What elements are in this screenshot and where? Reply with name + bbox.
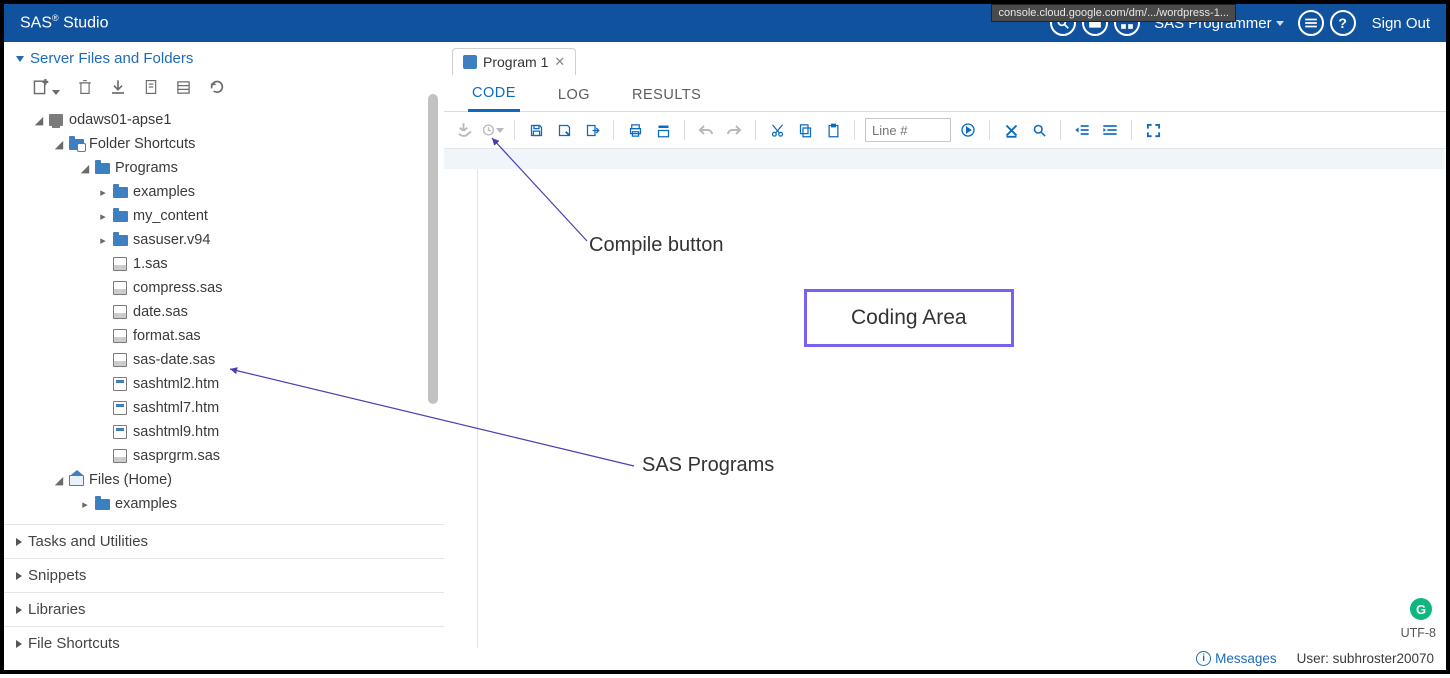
view-tab-bar: CODE LOG RESULTS	[444, 75, 1446, 112]
export-icon[interactable]	[581, 119, 603, 141]
chevron-down-icon	[1276, 21, 1284, 26]
sas-file-icon	[113, 281, 127, 295]
tree-file[interactable]: format.sas	[4, 324, 444, 348]
props-icon[interactable]	[144, 79, 158, 100]
grammarly-icon[interactable]: G	[1410, 598, 1432, 620]
left-toolbar	[4, 75, 444, 106]
tree-programs-folder[interactable]: ◢Programs	[4, 156, 444, 180]
tree-dir[interactable]: ▸examples	[4, 180, 444, 204]
outdent-icon[interactable]	[1071, 119, 1093, 141]
clear-icon[interactable]	[1000, 119, 1022, 141]
home-icon	[69, 475, 84, 486]
sas-file-icon	[113, 257, 127, 271]
history-icon[interactable]	[482, 119, 504, 141]
tree-file[interactable]: sashtml9.htm	[4, 420, 444, 444]
new-icon[interactable]	[32, 79, 60, 100]
menu-icon[interactable]	[1298, 10, 1324, 36]
undo-icon[interactable]	[695, 119, 717, 141]
run-icon[interactable]	[454, 119, 476, 141]
indent-icon[interactable]	[1099, 119, 1121, 141]
refresh-icon[interactable]	[209, 79, 225, 100]
tree-file[interactable]: compress.sas	[4, 276, 444, 300]
paste-icon[interactable]	[822, 119, 844, 141]
tree-file[interactable]: sas-date.sas	[4, 348, 444, 372]
annotation-compile-label: Compile button	[589, 234, 724, 257]
tree-dir[interactable]: ▸sasuser.v94	[4, 228, 444, 252]
tab-log[interactable]: LOG	[554, 83, 594, 111]
triangle-down-icon	[16, 56, 24, 62]
tree-file[interactable]: 1.sas	[4, 252, 444, 276]
url-tooltip: console.cloud.google.com/dm/.../wordpres…	[991, 4, 1236, 22]
htm-file-icon	[113, 425, 127, 439]
editor-gutter: 1	[444, 149, 478, 648]
tab-results[interactable]: RESULTS	[628, 83, 705, 111]
sas-file-icon	[113, 449, 127, 463]
htm-file-icon	[113, 401, 127, 415]
user-label: User: subhroster20070	[1297, 651, 1434, 666]
file-tab-label: Program 1	[483, 54, 548, 70]
section-server-files[interactable]: Server Files and Folders	[4, 42, 444, 75]
sas-file-icon	[113, 353, 127, 367]
section-snippets[interactable]: Snippets	[4, 558, 444, 592]
app-title: SAS® Studio	[20, 13, 108, 32]
code-editor[interactable]: 1	[444, 149, 1446, 648]
save-as-icon[interactable]	[553, 119, 575, 141]
section-libraries[interactable]: Libraries	[4, 592, 444, 626]
info-icon: i	[1196, 651, 1211, 666]
tree-file[interactable]: sashtml7.htm	[4, 396, 444, 420]
encoding-label: UTF-8	[1401, 626, 1436, 640]
delete-icon[interactable]	[78, 79, 92, 100]
goto-line-button[interactable]	[957, 119, 979, 141]
download-icon[interactable]	[110, 79, 126, 100]
copy-icon[interactable]	[794, 119, 816, 141]
htm-file-icon	[113, 377, 127, 391]
tree-files-home[interactable]: ◢Files (Home)	[4, 468, 444, 492]
view-icon[interactable]	[176, 80, 191, 100]
close-tab-icon[interactable]: ✕	[554, 54, 565, 70]
file-tab-bar: Program 1 ✕	[444, 48, 1446, 75]
status-bar: iMessages User: subhroster20070	[1196, 651, 1434, 666]
tree-file[interactable]: date.sas	[4, 300, 444, 324]
section-file-shortcuts[interactable]: File Shortcuts	[4, 626, 444, 660]
tree-server-node[interactable]: ◢odaws01-apse1	[4, 108, 444, 132]
sas-file-icon	[113, 305, 127, 319]
summary-icon[interactable]	[652, 119, 674, 141]
annotation-sas-programs-label: SAS Programs	[642, 454, 774, 477]
redo-icon[interactable]	[723, 119, 745, 141]
signout-link[interactable]: Sign Out	[1372, 15, 1430, 32]
messages-link[interactable]: iMessages	[1196, 651, 1277, 666]
print-icon[interactable]	[624, 119, 646, 141]
cut-icon[interactable]	[766, 119, 788, 141]
code-text-area[interactable]	[478, 149, 1446, 648]
goto-line-input[interactable]	[865, 118, 951, 142]
help-icon[interactable]: ?	[1330, 10, 1356, 36]
tree-file[interactable]: sashtml2.htm	[4, 372, 444, 396]
tab-code[interactable]: CODE	[468, 81, 520, 112]
save-icon[interactable]	[525, 119, 547, 141]
file-tab-program1[interactable]: Program 1 ✕	[452, 48, 576, 75]
find-icon[interactable]	[1028, 119, 1050, 141]
fullscreen-icon[interactable]	[1142, 119, 1164, 141]
annotation-coding-area-box: Coding Area	[804, 289, 1014, 347]
tree-folder-shortcuts[interactable]: ◢Folder Shortcuts	[4, 132, 444, 156]
left-nav-panel: Server Files and Folders ◢odaws01-apse1 …	[4, 42, 444, 648]
tree-dir[interactable]: ▸examples	[4, 492, 444, 516]
code-toolbar	[444, 112, 1446, 149]
program-icon	[463, 55, 477, 69]
section-tasks[interactable]: Tasks and Utilities	[4, 524, 444, 558]
left-scrollbar[interactable]	[428, 94, 438, 404]
file-tree: ◢odaws01-apse1 ◢Folder Shortcuts ◢Progra…	[4, 106, 444, 524]
sas-file-icon	[113, 329, 127, 343]
tree-dir[interactable]: ▸my_content	[4, 204, 444, 228]
tree-file[interactable]: sasprgrm.sas	[4, 444, 444, 468]
